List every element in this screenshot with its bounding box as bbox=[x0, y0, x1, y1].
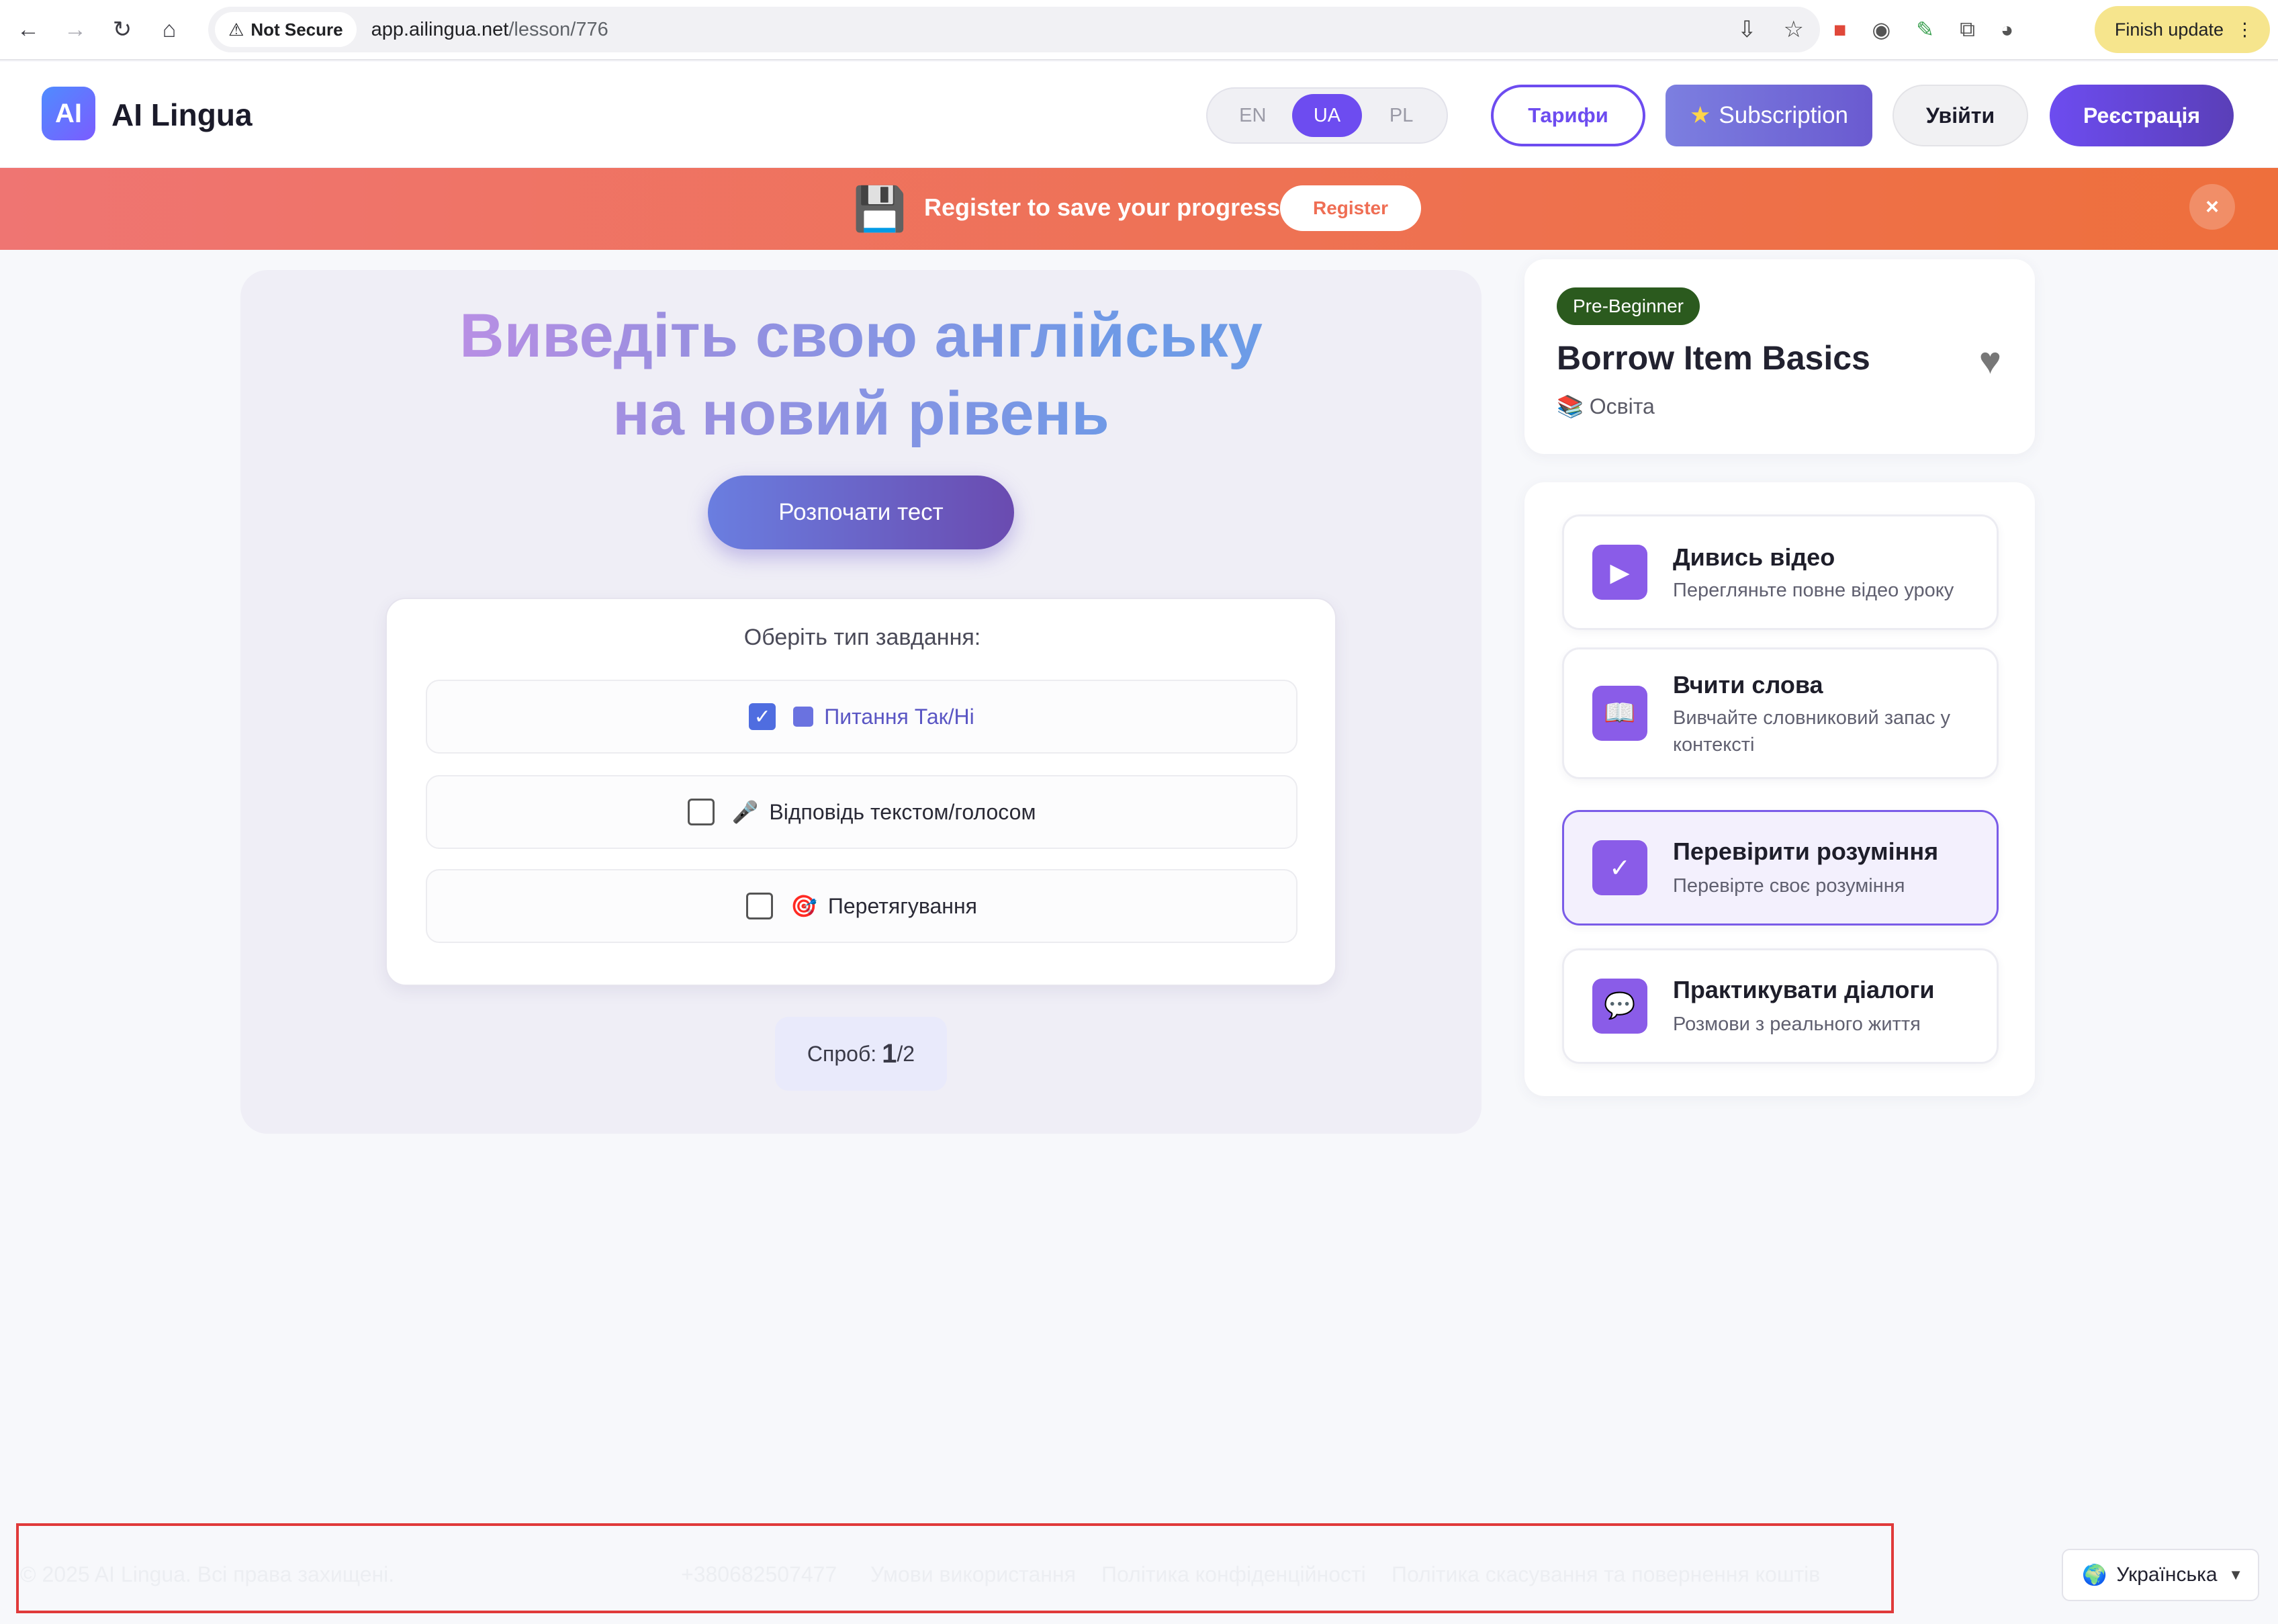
menu-item-watch-video[interactable]: ▶ Дивись відео Перегляньте повне відео у… bbox=[1562, 514, 1999, 630]
app-header: AI AI Lingua EN UA PL Тарифи ★ Subscript… bbox=[0, 62, 2278, 168]
checkbox-text-voice[interactable] bbox=[687, 799, 715, 825]
task-type-yes-no[interactable]: ✓ Питання Так/Ні bbox=[426, 680, 1297, 754]
menu-item-learn-words[interactable]: 📖 Вчити слова Вивчайте словниковий запас… bbox=[1562, 647, 1999, 779]
language-select[interactable]: 🌍 Українська ▼ bbox=[2062, 1549, 2259, 1601]
lesson-category: 📚 Освіта bbox=[1557, 394, 1655, 419]
task-type-card: Оберіть тип завдання: ✓ Питання Так/Ні 🎤… bbox=[385, 598, 1336, 986]
heart-icon[interactable]: ♥ bbox=[1979, 339, 2001, 382]
camera-extension-icon[interactable]: ◉ bbox=[1872, 17, 1890, 42]
book-icon: 📖 bbox=[1592, 686, 1647, 741]
task-type-text-voice[interactable]: 🎤 Відповідь текстом/голосом bbox=[426, 775, 1297, 849]
footer-terms-link[interactable]: Умови використання bbox=[870, 1562, 1076, 1587]
finish-update-button[interactable]: Finish update ⋮ bbox=[2094, 6, 2270, 53]
attempts-counter: Спроб: 1/2 bbox=[775, 1017, 947, 1091]
floppy-disk-icon: 💾 bbox=[853, 185, 907, 233]
lesson-title: Borrow Item Basics bbox=[1557, 339, 1870, 377]
url-host: app.ailingua.net bbox=[371, 18, 509, 40]
lesson-category-label: Освіта bbox=[1589, 394, 1655, 418]
security-chip[interactable]: ⚠ Not Secure bbox=[215, 12, 357, 47]
register-banner: 💾 Register to save your progress Registe… bbox=[0, 168, 2278, 250]
globe-icon: 🌍 bbox=[2082, 1564, 2107, 1586]
lang-option-ua[interactable]: UA bbox=[1291, 94, 1362, 137]
test-panel: Виведіть свою англійську на новий рівень… bbox=[240, 270, 1482, 1134]
menu-item-subtitle: Перегляньте повне відео уроку bbox=[1673, 580, 1954, 601]
lang-option-pl[interactable]: PL bbox=[1367, 94, 1437, 137]
menu-item-check-understanding[interactable]: ✓ Перевірити розуміння Перевірте своє ро… bbox=[1562, 810, 1999, 926]
attempts-label: Спроб: bbox=[807, 1041, 877, 1066]
checkbox-drag-drop[interactable] bbox=[746, 893, 774, 919]
reload-icon[interactable]: ↻ bbox=[103, 11, 141, 48]
task-type-label: Питання Так/Ні bbox=[824, 704, 974, 729]
task-type-title: Оберіть тип завдання: bbox=[743, 625, 981, 650]
back-icon[interactable]: ← bbox=[9, 11, 47, 48]
attempts-current: 1 bbox=[882, 1038, 897, 1069]
login-button[interactable]: Увійти bbox=[1893, 85, 2028, 146]
extensions-puzzle-icon[interactable]: ⧉ bbox=[1960, 17, 1975, 42]
language-switcher: EN UA PL bbox=[1206, 87, 1448, 144]
lesson-info-card: Pre-Beginner Borrow Item Basics ♥ 📚 Осві… bbox=[1524, 259, 2035, 454]
address-bar[interactable]: ⚠ Not Secure app.ailingua.net/lesson/776… bbox=[208, 7, 1820, 52]
start-test-button[interactable]: Розпочати тест bbox=[708, 476, 1014, 549]
menu-item-practice-dialogs[interactable]: 💬 Практикувати діалоги Розмови з реально… bbox=[1562, 948, 1999, 1064]
menu-item-title: Практикувати діалоги bbox=[1673, 976, 1935, 1003]
lang-option-en[interactable]: EN bbox=[1218, 94, 1287, 137]
tariffs-button[interactable]: Тарифи bbox=[1491, 85, 1645, 146]
star-icon: ★ bbox=[1690, 102, 1711, 128]
language-select-value: Українська bbox=[2116, 1564, 2218, 1586]
register-button[interactable]: Реєстрація bbox=[2050, 85, 2234, 146]
chat-icon: 💬 bbox=[1592, 979, 1647, 1034]
subscription-button[interactable]: ★ Subscription bbox=[1666, 85, 1872, 146]
footer-phone-link[interactable]: +380682507477 bbox=[681, 1562, 837, 1587]
caret-down-icon: ▼ bbox=[2228, 1566, 2243, 1583]
menu-item-subtitle: Перевірте своє розуміння bbox=[1673, 875, 1905, 897]
footer-refund-link[interactable]: Політика скасування та повернення коштів bbox=[1392, 1562, 1820, 1587]
task-type-label: Перетягування bbox=[827, 893, 977, 918]
footer-privacy-link[interactable]: Політика конфіденційності bbox=[1101, 1562, 1366, 1587]
attempts-total: /2 bbox=[897, 1041, 915, 1066]
install-app-icon[interactable]: ⇩ bbox=[1737, 16, 1757, 43]
check-icon: ✓ bbox=[1592, 840, 1647, 895]
warning-icon: ⚠ bbox=[228, 19, 244, 40]
url-text[interactable]: app.ailingua.net/lesson/776 bbox=[371, 19, 608, 41]
menu-item-subtitle: Вивчайте словниковий запас у контексті bbox=[1673, 707, 1951, 756]
menu-item-title: Перевірити розуміння bbox=[1673, 838, 1939, 865]
menu-item-title: Дивись відео bbox=[1673, 543, 1835, 571]
footer-copyright: © 2025 AI Lingua. Всі права захищені. bbox=[20, 1562, 395, 1586]
menu-item-title: Вчити слова bbox=[1673, 671, 1823, 698]
banner-text: Register to save your progress bbox=[924, 193, 1281, 221]
subscription-label: Subscription bbox=[1719, 102, 1848, 128]
microphone-icon: 🎤 bbox=[731, 800, 759, 824]
finish-update-label: Finish update bbox=[2114, 19, 2224, 40]
checkbox-yes-no[interactable]: ✓ bbox=[749, 703, 776, 730]
activity-menu: ▶ Дивись відео Перегляньте повне відео у… bbox=[1524, 482, 2035, 1096]
security-label: Not Secure bbox=[250, 19, 343, 40]
brand-logo[interactable]: AI bbox=[42, 87, 95, 140]
bookmark-star-icon[interactable]: ☆ bbox=[1784, 16, 1804, 43]
books-icon: 📚 bbox=[1557, 394, 1584, 418]
profile-avatar-icon[interactable]: ◕ bbox=[2001, 17, 2013, 42]
play-icon: ▶ bbox=[1592, 545, 1647, 600]
task-type-label: Відповідь текстом/голосом bbox=[769, 799, 1036, 824]
menu-item-subtitle: Розмови з реального життя bbox=[1673, 1013, 1921, 1035]
task-type-drag-drop[interactable]: 🎯 Перетягування bbox=[426, 869, 1297, 943]
hero-title: Виведіть свою англійську на новий рівень bbox=[240, 297, 1482, 453]
brand-name[interactable]: AI Lingua bbox=[111, 97, 253, 133]
square-icon bbox=[793, 707, 814, 727]
browser-toolbar: ← → ↻ ⌂ ⚠ Not Secure app.ailingua.net/le… bbox=[0, 0, 2278, 60]
forward-icon[interactable]: → bbox=[56, 11, 94, 48]
url-path: /lesson/776 bbox=[508, 18, 608, 40]
banner-register-button[interactable]: Register bbox=[1280, 185, 1421, 231]
home-icon[interactable]: ⌂ bbox=[150, 11, 188, 48]
kebab-menu-icon: ⋮ bbox=[2236, 19, 2254, 40]
extension-office-icon[interactable]: ■ bbox=[1833, 17, 1846, 42]
color-picker-extension-icon[interactable]: ✎ bbox=[1916, 17, 1934, 42]
level-badge: Pre-Beginner bbox=[1557, 287, 1700, 325]
target-icon: 🎯 bbox=[790, 894, 817, 918]
banner-close-icon[interactable]: × bbox=[2189, 184, 2235, 230]
